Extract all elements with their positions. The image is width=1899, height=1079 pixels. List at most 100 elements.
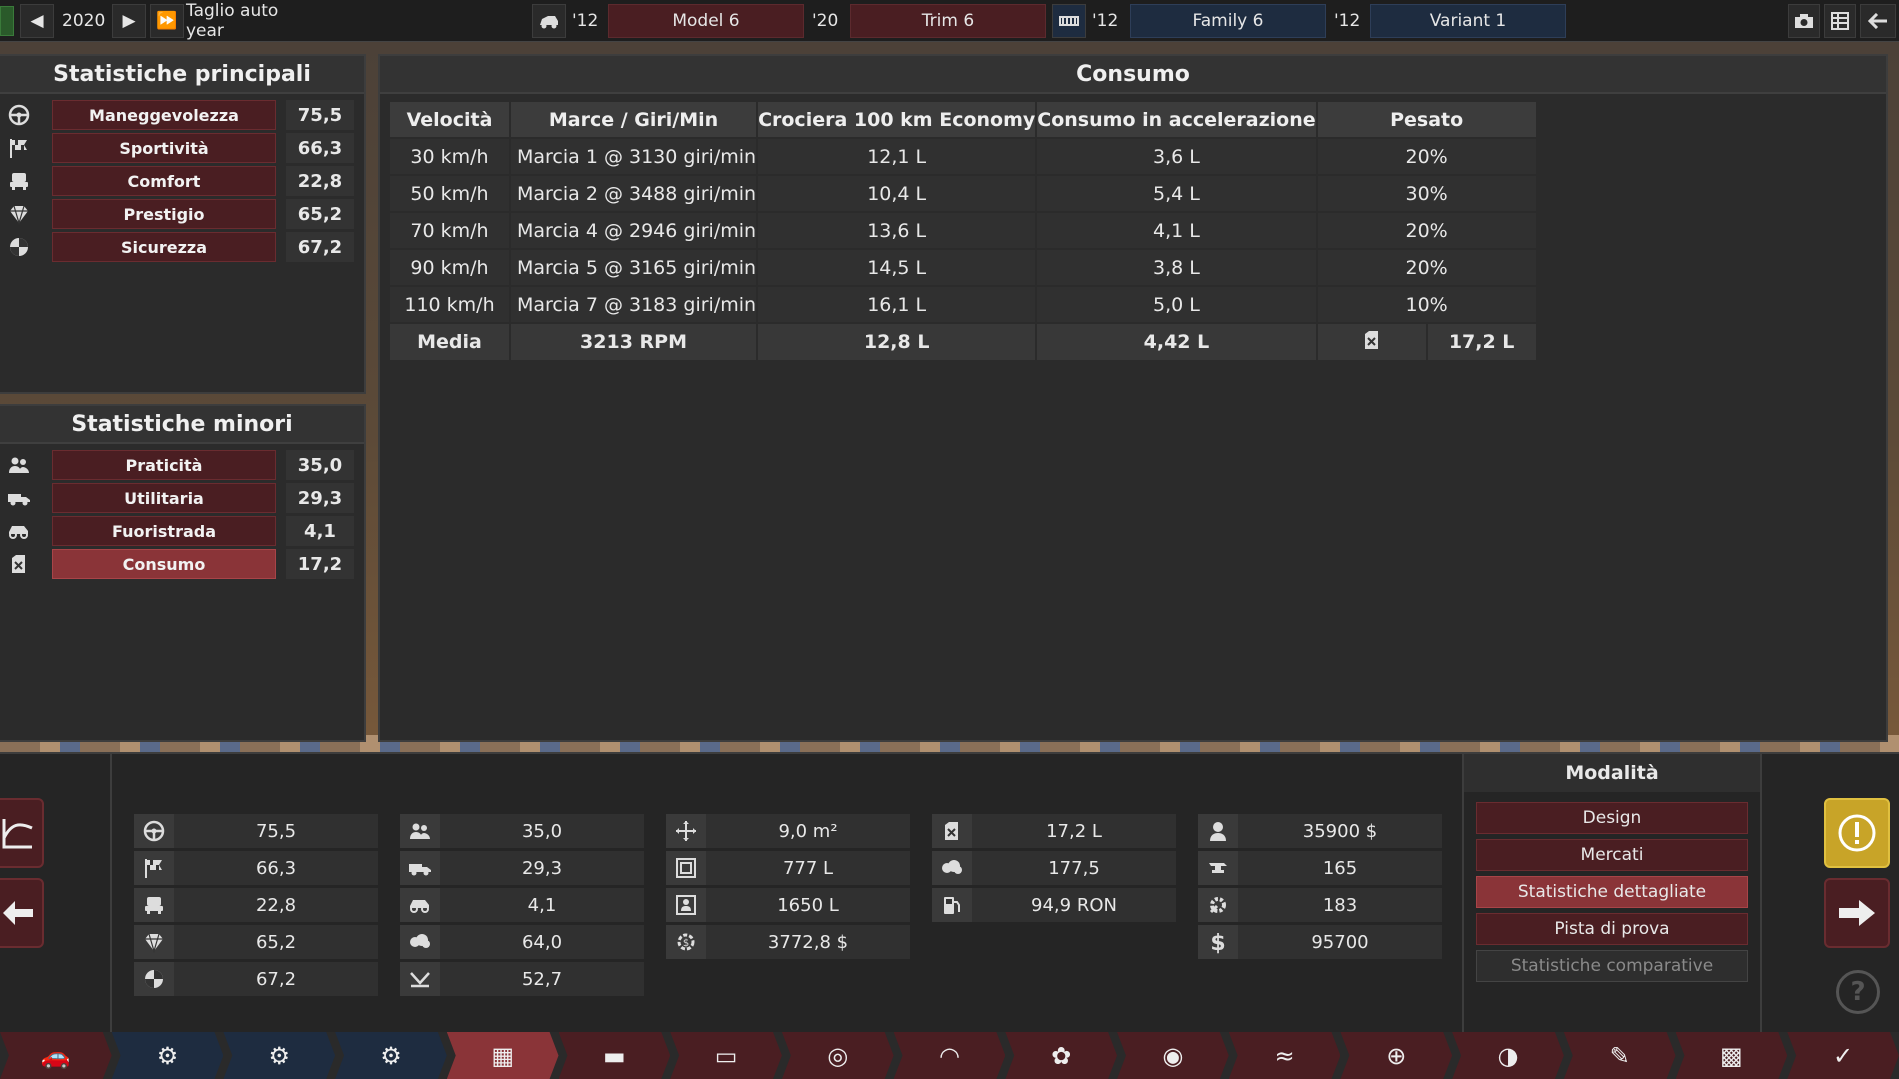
dock-headlights-icon[interactable]: ◎ [781, 1032, 894, 1079]
dock-engine-icon[interactable]: ◠ [893, 1032, 1006, 1079]
summary-value: 3772,8 $ [706, 925, 910, 959]
dock-suspension-icon[interactable]: ⚙ [223, 1032, 336, 1079]
summary-value: 66,3 [174, 851, 378, 885]
consumption-cell: Marcia 7 @ 3183 giri/min [510, 285, 759, 323]
consumption-cell: 3,6 L [1036, 137, 1318, 175]
trim-selector[interactable]: Trim 6 [850, 4, 1046, 38]
mode-button[interactable]: Statistiche dettagliate [1476, 876, 1748, 908]
mode-button[interactable]: Design [1476, 802, 1748, 834]
minor-stats-panel: Statistiche minori Praticità 35,0 Utilit… [0, 404, 366, 742]
summary-value: 29,3 [440, 851, 644, 885]
header-acceleration: Consumo in accelerazione [1036, 102, 1318, 138]
screenshot-button[interactable] [1788, 4, 1820, 38]
main-stat-button[interactable]: Maneggevolezza [52, 100, 276, 130]
minor-stat-button[interactable]: Consumo [52, 549, 276, 579]
consumption-cell: Marcia 1 @ 3130 giri/min [510, 137, 759, 175]
help-icon[interactable]: ? [1836, 970, 1880, 1014]
summary-cell: 66,3 [134, 851, 378, 885]
summary-value: 94,9 RON [972, 888, 1176, 922]
consumption-cell: 14,5 L [757, 248, 1038, 286]
summary-value: 17,2 L [972, 814, 1176, 848]
engine-icon [1059, 16, 1079, 26]
dock-test-track-icon[interactable]: ▩ [1675, 1032, 1788, 1079]
main-stat-button[interactable]: Comfort [52, 166, 276, 196]
dust-cloud-icon [400, 925, 440, 959]
minor-stat-button[interactable]: Fuoristrada [52, 516, 276, 546]
dock-aero-icon[interactable]: ≈ [1228, 1032, 1341, 1079]
mode-button[interactable]: Pista di prova [1476, 913, 1748, 945]
dock-gearbox-icon[interactable]: ⊕ [1340, 1032, 1453, 1079]
consumption-row: 70 km/h Marcia 4 @ 2946 giri/min 13,6 L 4,1… [390, 211, 1538, 249]
next-page-button[interactable] [1824, 878, 1890, 948]
save-indicator-icon[interactable] [0, 6, 14, 36]
variant-selector[interactable]: Variant 1 [1370, 4, 1566, 38]
dock-fixtures-icon[interactable]: ▭ [670, 1032, 782, 1079]
dock-brakes-icon[interactable]: ◉ [1117, 1032, 1229, 1079]
summary-cell: 52,7 [400, 962, 644, 996]
model-selector[interactable]: Model 6 [608, 4, 804, 38]
minor-stat-value: 4,1 [286, 516, 354, 546]
spreadsheet-button[interactable] [1824, 4, 1856, 38]
warning-icon [1838, 814, 1876, 852]
summary-cell: 1650 L [666, 888, 910, 922]
crash-test-icon [6, 235, 32, 259]
consumption-average-row: Media 3213 RPM 12,8 L 4,42 L 17,2 L [390, 322, 1538, 360]
next-year-button[interactable]: ▶ [112, 4, 146, 38]
dock-finish-icon[interactable]: ✓ [1787, 1032, 1899, 1079]
family-selector[interactable]: Family 6 [1130, 4, 1326, 38]
previous-page-button[interactable] [0, 878, 44, 948]
minor-stat-button[interactable]: Praticità [52, 450, 276, 480]
dollar-icon: $ [1198, 925, 1238, 959]
summary-value: 777 L [706, 851, 910, 885]
main-stat-value: 75,5 [286, 100, 354, 130]
minor-stats-title: Statistiche minori [0, 406, 364, 444]
main-stat-button[interactable]: Sicurezza [52, 232, 276, 262]
main-stat-button[interactable]: Sportività [52, 133, 276, 163]
summary-cell: 94,9 RON [932, 888, 1176, 922]
svg-text:$: $ [683, 938, 689, 949]
dock-safety-icon[interactable]: ◑ [1452, 1032, 1564, 1079]
warning-button[interactable] [1824, 798, 1890, 868]
fuel-can-icon [6, 552, 32, 576]
arrow-right-icon [1839, 900, 1875, 926]
people-icon [400, 814, 440, 848]
average-cell: Media [390, 322, 511, 360]
dock-tuning-icon[interactable]: ✎ [1563, 1032, 1676, 1079]
summary-cell: 64,0 [400, 925, 644, 959]
back-button[interactable] [1860, 4, 1896, 38]
summary-value: 65,2 [174, 925, 378, 959]
downforce-icon [400, 962, 440, 996]
dock-chassis-icon[interactable]: ⚙ [111, 1032, 224, 1079]
prev-year-button[interactable]: ◀ [20, 4, 54, 38]
main-stat-value: 65,2 [286, 199, 354, 229]
mode-button[interactable]: Mercati [1476, 839, 1748, 871]
dock-interior-icon[interactable]: ▦ [446, 1032, 559, 1079]
dock-car-body-icon[interactable]: 🚗 [0, 1032, 112, 1079]
consumption-cell: 70 km/h [390, 211, 511, 249]
header-weighted: Pesato [1316, 102, 1538, 138]
summary-value: 177,5 [972, 851, 1176, 885]
truck-icon [6, 486, 32, 510]
minor-stat-row: Fuoristrada 4,1 [0, 514, 360, 548]
dock-drivetrain-icon[interactable]: ⚙ [335, 1032, 447, 1079]
model-year: '12 [572, 11, 599, 31]
main-stats-title: Statistiche principali [0, 56, 364, 94]
mode-button: Statistiche comparative [1476, 950, 1748, 982]
minor-stat-value: 17,2 [286, 549, 354, 579]
main-stat-row: Sportività 66,3 [0, 131, 360, 165]
fast-forward-button[interactable]: ⏩ [150, 4, 184, 38]
minor-stat-button[interactable]: Utilitaria [52, 483, 276, 513]
dock-trim-body-icon[interactable]: ▬ [558, 1032, 671, 1079]
summary-value: 75,5 [174, 814, 378, 848]
main-stat-button[interactable]: Prestigio [52, 199, 276, 229]
graph-view-button[interactable] [0, 798, 44, 868]
dock-wheels-icon[interactable]: ✿ [1005, 1032, 1118, 1079]
model-car-button[interactable] [532, 4, 566, 38]
summary-cell: 35900 $ [1198, 814, 1442, 848]
summary-cell: 183 [1198, 888, 1442, 922]
seat-icon [134, 888, 174, 922]
summary-cell: 35,0 [400, 814, 644, 848]
table-icon [1831, 12, 1849, 30]
engine-family-button[interactable] [1052, 4, 1086, 38]
minor-stat-row: Praticità 35,0 [0, 448, 360, 482]
